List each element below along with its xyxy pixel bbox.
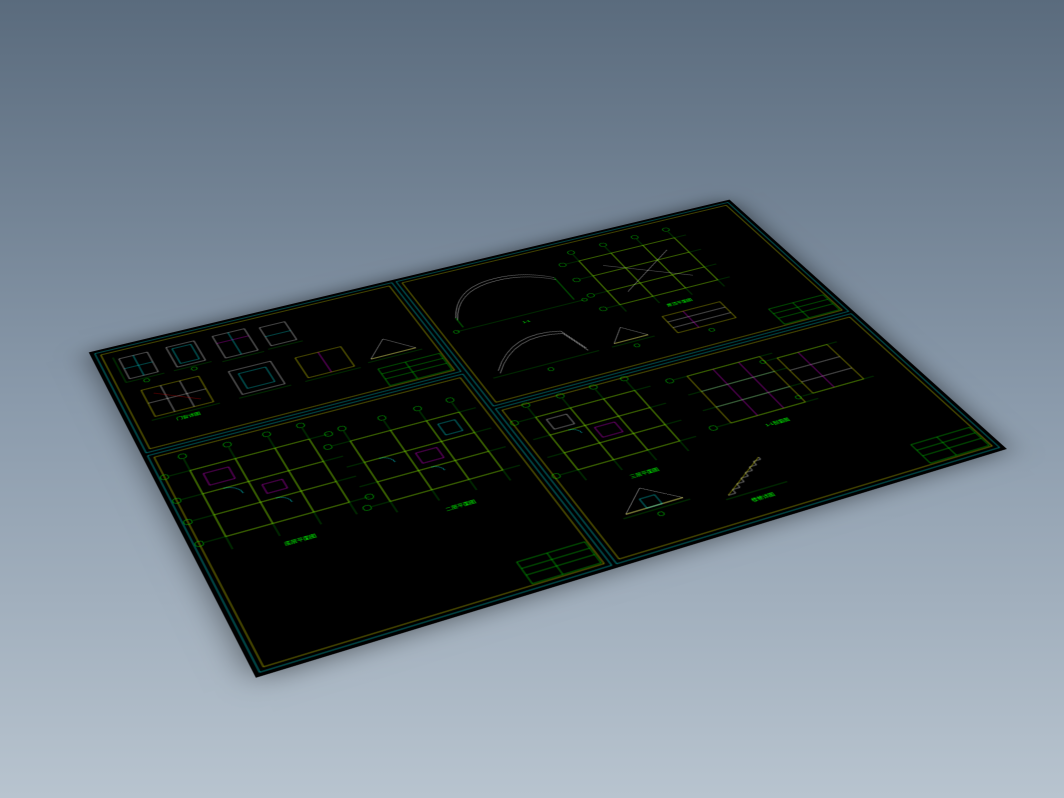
svg-text:1-1: 1-1: [522, 319, 533, 324]
svg-text:底层平面图: 底层平面图: [283, 533, 317, 547]
sheet-top-left: 门窗详图: [95, 283, 461, 453]
cad-drawing-sheet[interactable]: 门窗详图: [89, 200, 1007, 678]
svg-text:1-1剖面图: 1-1剖面图: [764, 417, 792, 428]
svg-text:二层平面图: 二层平面图: [444, 499, 477, 512]
sheet-bottom-left: 底层平面图: [148, 374, 612, 672]
svg-text:三层平面图: 三层平面图: [629, 467, 661, 479]
cad-drawing-svg: 门窗详图: [89, 200, 1007, 678]
sheet-bottom-right: 三层平面图 1-1剖面图: [495, 314, 999, 564]
cad-viewport[interactable]: 门窗详图: [152, 129, 912, 669]
svg-text:屋顶平面图: 屋顶平面图: [666, 298, 694, 308]
svg-text:门窗详图: 门窗详图: [175, 411, 201, 422]
svg-text:楼梯详图: 楼梯详图: [750, 491, 777, 503]
